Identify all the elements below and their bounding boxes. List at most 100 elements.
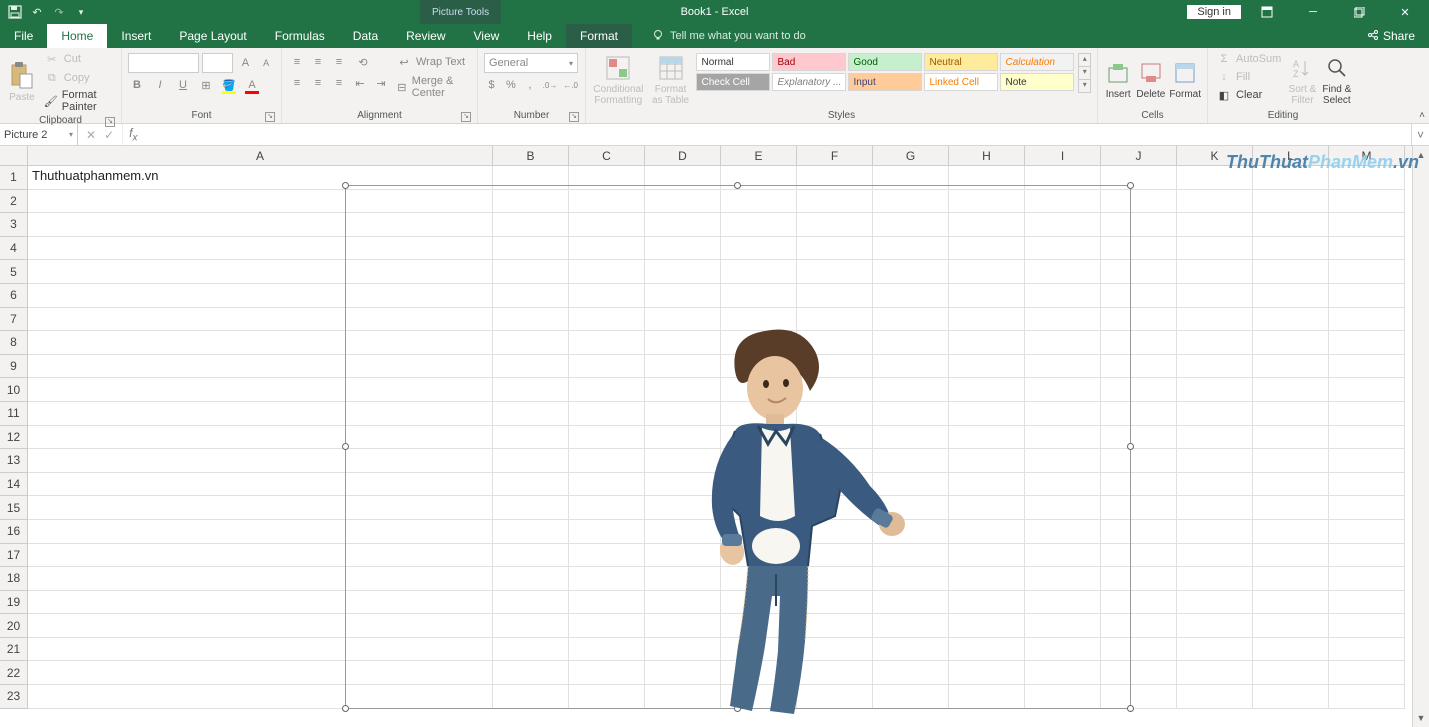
cell-M14[interactable] — [1329, 473, 1405, 497]
align-top-icon[interactable]: ≡ — [288, 53, 306, 71]
fill-color-button[interactable]: 🪣 — [220, 76, 238, 94]
cell-M12[interactable] — [1329, 426, 1405, 450]
cell-K16[interactable] — [1177, 520, 1253, 544]
decrease-font-icon[interactable]: A — [257, 54, 275, 72]
font-size-combo[interactable] — [202, 53, 234, 73]
cell-M15[interactable] — [1329, 496, 1405, 520]
row-header-5[interactable]: 5 — [0, 260, 28, 284]
ribbon-display-options-icon[interactable] — [1247, 0, 1287, 24]
cell-L10[interactable] — [1253, 378, 1329, 402]
inserted-picture[interactable] — [640, 316, 920, 716]
cell-L6[interactable] — [1253, 284, 1329, 308]
cell-M10[interactable] — [1329, 378, 1405, 402]
cell-L11[interactable] — [1253, 402, 1329, 426]
style-good[interactable]: Good — [848, 53, 922, 71]
row-header-20[interactable]: 20 — [0, 614, 28, 638]
column-header-I[interactable]: I — [1025, 146, 1101, 165]
format-cells-button[interactable]: Format — [1169, 50, 1201, 109]
row-header-14[interactable]: 14 — [0, 473, 28, 497]
minimize-icon[interactable]: ─ — [1293, 0, 1333, 24]
row-header-18[interactable]: 18 — [0, 567, 28, 591]
comma-format-icon[interactable]: , — [522, 76, 537, 94]
qat-customize-icon[interactable]: ▾ — [74, 5, 88, 19]
style-explanatory[interactable]: Explanatory ... — [772, 73, 846, 91]
cell-M19[interactable] — [1329, 591, 1405, 615]
formula-bar[interactable] — [143, 124, 1411, 145]
cell-M5[interactable] — [1329, 260, 1405, 284]
cell-K2[interactable] — [1177, 190, 1253, 214]
cell-L2[interactable] — [1253, 190, 1329, 214]
resize-handle-br[interactable] — [1127, 705, 1134, 712]
format-as-table-button[interactable]: Format as Table — [649, 50, 693, 109]
column-header-D[interactable]: D — [645, 146, 721, 165]
row-header-23[interactable]: 23 — [0, 685, 28, 709]
resize-handle-tm[interactable] — [734, 182, 741, 189]
column-header-H[interactable]: H — [949, 146, 1025, 165]
cell-M7[interactable] — [1329, 308, 1405, 332]
number-dialog-launcher[interactable]: ↘ — [569, 112, 579, 122]
tell-me-search[interactable]: Tell me what you want to do — [652, 24, 806, 48]
select-all-corner[interactable] — [0, 146, 28, 165]
column-header-J[interactable]: J — [1101, 146, 1177, 165]
cell-M8[interactable] — [1329, 331, 1405, 355]
maximize-icon[interactable] — [1339, 0, 1379, 24]
cell-L18[interactable] — [1253, 567, 1329, 591]
expand-formula-bar-icon[interactable]: ˅ — [1411, 124, 1429, 145]
row-header-12[interactable]: 12 — [0, 426, 28, 450]
underline-button[interactable]: U — [174, 76, 192, 94]
column-header-B[interactable]: B — [493, 146, 569, 165]
tab-review[interactable]: Review — [392, 24, 459, 48]
cell-L19[interactable] — [1253, 591, 1329, 615]
increase-font-icon[interactable]: A — [236, 54, 254, 72]
row-header-17[interactable]: 17 — [0, 544, 28, 568]
styles-gallery-scroll[interactable]: ▴ ▾ ▾ — [1078, 53, 1091, 93]
style-note[interactable]: Note — [1000, 73, 1074, 91]
cell-M23[interactable] — [1329, 685, 1405, 709]
cell-M22[interactable] — [1329, 661, 1405, 685]
resize-handle-tr[interactable] — [1127, 182, 1134, 189]
font-color-button[interactable]: A — [243, 76, 261, 94]
row-header-9[interactable]: 9 — [0, 355, 28, 379]
tab-insert[interactable]: Insert — [107, 24, 165, 48]
row-header-10[interactable]: 10 — [0, 378, 28, 402]
tab-view[interactable]: View — [460, 24, 514, 48]
cell-K11[interactable] — [1177, 402, 1253, 426]
style-calculation[interactable]: Calculation — [1000, 53, 1074, 71]
insert-cells-button[interactable]: Insert — [1104, 50, 1132, 109]
cell-M20[interactable] — [1329, 614, 1405, 638]
align-left-icon[interactable]: ≡ — [288, 74, 306, 92]
cell-L15[interactable] — [1253, 496, 1329, 520]
save-icon[interactable] — [8, 5, 22, 19]
cell-L13[interactable] — [1253, 449, 1329, 473]
row-header-21[interactable]: 21 — [0, 638, 28, 662]
align-right-icon[interactable]: ≡ — [330, 74, 348, 92]
tab-home[interactable]: Home — [47, 24, 107, 48]
resize-handle-mr[interactable] — [1127, 443, 1134, 450]
resize-handle-bl[interactable] — [342, 705, 349, 712]
worksheet-grid[interactable]: ABCDEFGHIJKLM 1Thuthuatphanmem.vn2345678… — [0, 146, 1429, 727]
cell-M6[interactable] — [1329, 284, 1405, 308]
row-header-3[interactable]: 3 — [0, 213, 28, 237]
increase-decimal-icon[interactable]: .0→ — [542, 76, 559, 94]
delete-cells-button[interactable]: Delete — [1136, 50, 1165, 109]
cell-L17[interactable] — [1253, 544, 1329, 568]
fx-label[interactable]: fx — [123, 124, 143, 145]
row-header-16[interactable]: 16 — [0, 520, 28, 544]
cell-M21[interactable] — [1329, 638, 1405, 662]
cell-L22[interactable] — [1253, 661, 1329, 685]
cell-M13[interactable] — [1329, 449, 1405, 473]
cell-K13[interactable] — [1177, 449, 1253, 473]
column-header-E[interactable]: E — [721, 146, 797, 165]
cell-K18[interactable] — [1177, 567, 1253, 591]
align-center-icon[interactable]: ≡ — [309, 74, 327, 92]
conditional-formatting-button[interactable]: Conditional Formatting — [592, 50, 645, 109]
style-input[interactable]: Input — [848, 73, 922, 91]
autosum-button[interactable]: ΣAutoSum — [1214, 50, 1283, 68]
row-header-1[interactable]: 1 — [0, 166, 28, 190]
row-header-15[interactable]: 15 — [0, 496, 28, 520]
number-format-combo[interactable]: General▾ — [484, 53, 578, 73]
cell-L3[interactable] — [1253, 213, 1329, 237]
increase-indent-icon[interactable]: ⇥ — [372, 74, 390, 92]
redo-icon[interactable]: ↷ — [52, 5, 66, 19]
tab-format[interactable]: Format — [566, 24, 632, 48]
